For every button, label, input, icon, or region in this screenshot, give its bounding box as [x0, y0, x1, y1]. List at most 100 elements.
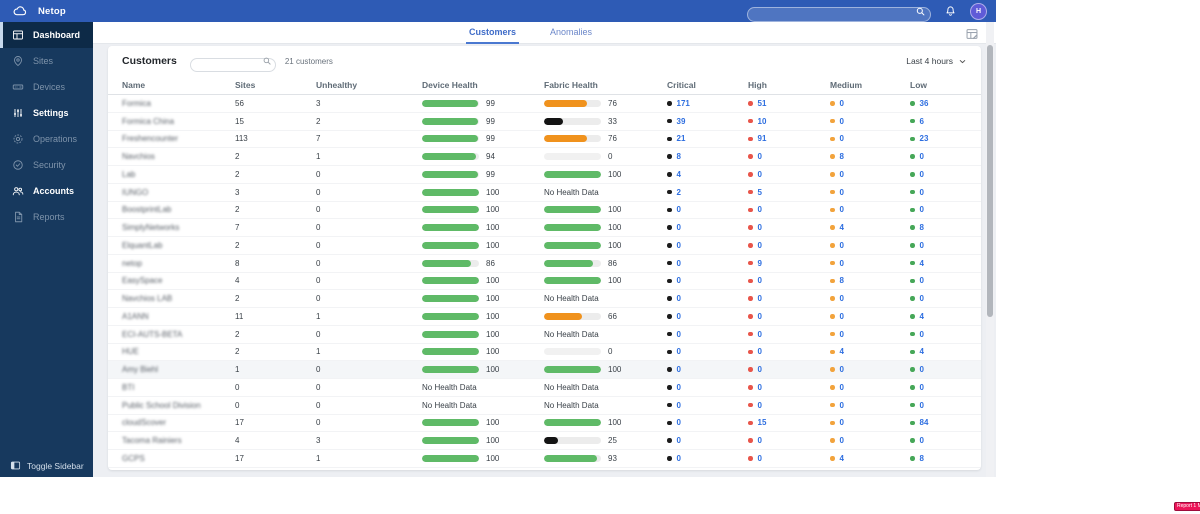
high-count-link[interactable]: 0 — [758, 152, 762, 161]
critical-count-link[interactable]: 0 — [677, 259, 681, 268]
medium-count-link[interactable]: 4 — [840, 347, 844, 356]
sidebar-item-security[interactable]: Security — [0, 152, 93, 178]
table-row[interactable]: Public School Division 0 0 No Health Data No… — [108, 397, 981, 415]
high-count-link[interactable]: 5 — [758, 188, 762, 197]
user-avatar[interactable]: H — [970, 2, 987, 20]
medium-count-link[interactable]: 0 — [840, 312, 844, 321]
table-row[interactable]: EasySpace 4 0 100 100 0 0 8 0 — [108, 273, 981, 291]
low-count-link[interactable]: 0 — [920, 188, 924, 197]
high-count-link[interactable]: 0 — [758, 365, 762, 374]
low-count-link[interactable]: 0 — [920, 330, 924, 339]
critical-count-link[interactable]: 0 — [677, 276, 681, 285]
sidebar-item-sites[interactable]: Sites — [0, 48, 93, 74]
medium-count-link[interactable]: 8 — [840, 276, 844, 285]
table-row[interactable]: Freshencounter 113 7 99 76 21 91 0 23 — [108, 131, 981, 149]
critical-count-link[interactable]: 39 — [677, 117, 686, 126]
medium-count-link[interactable]: 0 — [840, 383, 844, 392]
critical-count-link[interactable]: 2 — [677, 188, 681, 197]
table-row[interactable]: BoostprintLab 2 0 100 100 0 0 0 0 — [108, 202, 981, 220]
time-filter-dropdown[interactable]: Last 4 hours — [906, 56, 967, 66]
critical-count-link[interactable]: 0 — [677, 330, 681, 339]
critical-count-link[interactable]: 0 — [677, 418, 681, 427]
critical-count-link[interactable]: 0 — [677, 241, 681, 250]
medium-count-link[interactable]: 0 — [840, 259, 844, 268]
low-count-link[interactable]: 8 — [920, 454, 924, 463]
low-count-link[interactable]: 0 — [920, 241, 924, 250]
low-count-link[interactable]: 4 — [920, 259, 924, 268]
medium-count-link[interactable]: 0 — [840, 401, 844, 410]
low-count-link[interactable]: 0 — [920, 365, 924, 374]
sidebar-item-settings[interactable]: Settings — [0, 100, 93, 126]
medium-count-link[interactable]: 0 — [840, 241, 844, 250]
critical-count-link[interactable]: 0 — [677, 294, 681, 303]
low-count-link[interactable]: 0 — [920, 152, 924, 161]
high-count-link[interactable]: 0 — [758, 205, 762, 214]
table-row[interactable]: ECI-AUTS-BETA 2 0 100 No Health Data 0 0 0 0 — [108, 326, 981, 344]
low-count-link[interactable]: 4 — [920, 347, 924, 356]
medium-count-link[interactable]: 0 — [840, 365, 844, 374]
low-count-link[interactable]: 0 — [920, 205, 924, 214]
tab-anomalies[interactable]: Anomalies — [547, 22, 595, 44]
critical-count-link[interactable]: 0 — [677, 365, 681, 374]
sidebar-item-reports[interactable]: Reports — [0, 204, 93, 230]
low-count-link[interactable]: 4 — [920, 312, 924, 321]
high-count-link[interactable]: 0 — [758, 401, 762, 410]
high-count-link[interactable]: 15 — [758, 418, 767, 427]
table-row[interactable]: ElquantLab 2 0 100 100 0 0 0 0 — [108, 237, 981, 255]
critical-count-link[interactable]: 21 — [677, 134, 686, 143]
high-count-link[interactable]: 0 — [758, 330, 762, 339]
critical-count-link[interactable]: 8 — [677, 152, 681, 161]
medium-count-link[interactable]: 0 — [840, 294, 844, 303]
low-count-link[interactable]: 0 — [920, 383, 924, 392]
medium-count-link[interactable]: 0 — [840, 188, 844, 197]
critical-count-link[interactable]: 0 — [677, 454, 681, 463]
low-count-link[interactable]: 36 — [920, 99, 929, 108]
scrollbar-track[interactable] — [986, 22, 994, 477]
high-count-link[interactable]: 0 — [758, 383, 762, 392]
high-count-link[interactable]: 0 — [758, 436, 762, 445]
high-count-link[interactable]: 0 — [758, 347, 762, 356]
table-row[interactable]: IUNGO 3 0 100 No Health Data 2 5 0 0 — [108, 184, 981, 202]
low-count-link[interactable]: 23 — [920, 134, 929, 143]
medium-count-link[interactable]: 0 — [840, 418, 844, 427]
critical-count-link[interactable]: 0 — [677, 436, 681, 445]
high-count-link[interactable]: 0 — [758, 312, 762, 321]
medium-count-link[interactable]: 0 — [840, 205, 844, 214]
high-count-link[interactable]: 0 — [758, 170, 762, 179]
toggle-sidebar-button[interactable]: Toggle Sidebar — [10, 460, 84, 471]
critical-count-link[interactable]: 171 — [677, 99, 690, 108]
low-count-link[interactable]: 0 — [920, 276, 924, 285]
table-row[interactable]: Formica 56 3 99 76 171 51 0 36 — [108, 95, 981, 113]
critical-count-link[interactable]: 0 — [677, 347, 681, 356]
high-count-link[interactable]: 0 — [758, 241, 762, 250]
low-count-link[interactable]: 84 — [920, 418, 929, 427]
table-row[interactable]: Amy Biehl 1 0 100 100 0 0 0 0 — [108, 361, 981, 379]
medium-count-link[interactable]: 4 — [840, 454, 844, 463]
low-count-link[interactable]: 0 — [920, 401, 924, 410]
medium-count-link[interactable]: 0 — [840, 134, 844, 143]
medium-count-link[interactable]: 0 — [840, 99, 844, 108]
global-search-input[interactable] — [747, 6, 931, 22]
high-count-link[interactable]: 9 — [758, 259, 762, 268]
medium-count-link[interactable]: 8 — [840, 152, 844, 161]
sidebar-item-operations[interactable]: Operations — [0, 126, 93, 152]
critical-count-link[interactable]: 4 — [677, 170, 681, 179]
sidebar-item-devices[interactable]: Devices — [0, 74, 93, 100]
table-row[interactable]: Formica China 15 2 99 33 39 10 0 6 — [108, 113, 981, 131]
critical-count-link[interactable]: 0 — [677, 223, 681, 232]
critical-count-link[interactable]: 0 — [677, 401, 681, 410]
low-count-link[interactable]: 0 — [920, 294, 924, 303]
table-row[interactable]: netop 8 0 86 86 0 9 0 4 — [108, 255, 981, 273]
medium-count-link[interactable]: 0 — [840, 436, 844, 445]
medium-count-link[interactable]: 0 — [840, 117, 844, 126]
high-count-link[interactable]: 51 — [758, 99, 767, 108]
low-count-link[interactable]: 0 — [920, 170, 924, 179]
critical-count-link[interactable]: 0 — [677, 312, 681, 321]
table-row[interactable]: Navchios 2 1 94 0 8 0 8 0 — [108, 148, 981, 166]
sidebar-item-accounts[interactable]: Accounts — [0, 178, 93, 204]
scrollbar-thumb[interactable] — [987, 45, 993, 317]
critical-count-link[interactable]: 0 — [677, 383, 681, 392]
table-row[interactable]: HUE 2 1 100 0 0 0 4 4 — [108, 344, 981, 362]
low-count-link[interactable]: 8 — [920, 223, 924, 232]
table-row[interactable]: Navchios LAB 2 0 100 No Health Data 0 0 0 0 — [108, 290, 981, 308]
